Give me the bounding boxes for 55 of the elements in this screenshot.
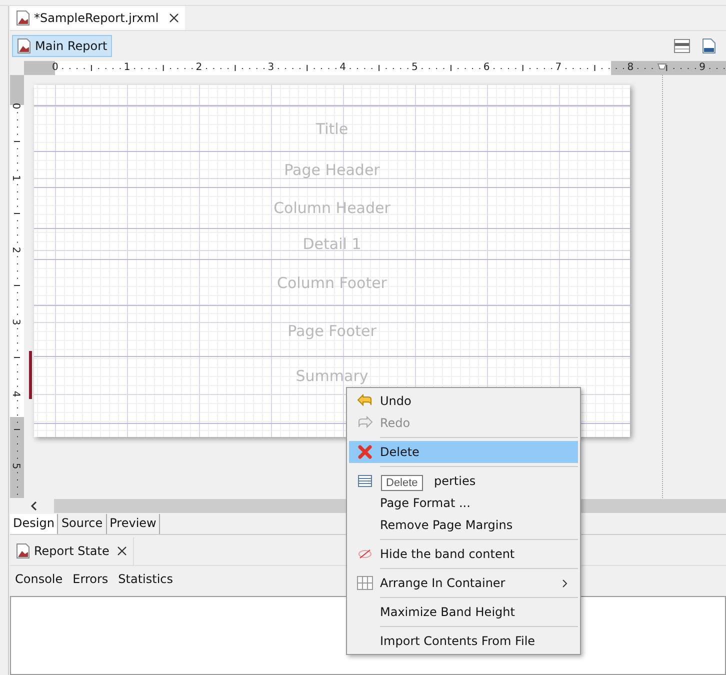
ruler-number: 4	[340, 61, 346, 75]
ruler-number: 2	[196, 61, 202, 75]
band-label: Column Footer	[277, 274, 387, 292]
menu-item[interactable]: Undo	[349, 390, 578, 412]
ruler-number: 1	[124, 61, 130, 75]
ruler-number: 6	[483, 61, 490, 75]
menu-item[interactable]: perties	[434, 474, 476, 488]
menu-item[interactable]: Import Contents From File	[349, 630, 578, 652]
report-icon	[16, 10, 30, 26]
menu-item[interactable]: Arrange In Container	[349, 572, 578, 594]
scroll-left-icon[interactable]	[30, 501, 38, 511]
view-tab[interactable]: Preview	[106, 514, 160, 534]
ruler-number: 3	[10, 318, 20, 326]
ruler-number: 2	[10, 246, 20, 254]
editor-tab[interactable]: *SampleReport.jrxml	[10, 6, 185, 30]
ruler-number: 7	[555, 61, 562, 75]
redo-icon	[356, 416, 372, 430]
view-tab[interactable]: Source	[58, 514, 107, 534]
band-label: Page Footer	[288, 322, 376, 340]
panel-subtab[interactable]: Console	[15, 572, 63, 586]
close-icon[interactable]	[117, 546, 128, 556]
undo-icon	[356, 394, 372, 408]
band-label: Detail 1	[302, 235, 362, 253]
ruler-number: 5	[412, 61, 418, 75]
ruler-number: 9	[699, 61, 706, 75]
grid-icon	[356, 576, 372, 590]
ruler-number: 0	[52, 61, 58, 75]
report-icon	[16, 543, 30, 559]
panel-subtab[interactable]: Statistics	[118, 572, 174, 586]
delete-icon	[358, 445, 372, 459]
bands-icon[interactable]	[674, 39, 690, 53]
ruler-number: 5	[10, 462, 20, 470]
ruler-number: 8	[627, 61, 634, 75]
menu-item[interactable]: Delete	[349, 441, 578, 463]
ruler-number: 1	[10, 174, 20, 182]
hidden-eye-icon	[358, 549, 372, 559]
tooltip: Delete	[381, 475, 423, 491]
main-report-button[interactable]: Main Report	[12, 35, 112, 57]
band-label: Summary	[296, 367, 368, 385]
ruler-number: 4	[10, 390, 20, 398]
menu-item[interactable]: Remove Page Margins	[349, 514, 578, 536]
view-tab[interactable]: Design	[10, 514, 58, 534]
report-icon	[17, 38, 31, 54]
ruler-number: 3	[268, 61, 274, 75]
ruler-number: 0	[10, 102, 20, 110]
menu-item[interactable]: Page Format ...	[349, 492, 578, 514]
band-label: Column Header	[274, 199, 390, 217]
panel-subtab[interactable]: Errors	[72, 572, 108, 586]
band-label: Page Header	[284, 160, 380, 178]
menu-item[interactable]: Maximize Band Height	[349, 601, 578, 623]
menu-item[interactable]: Hide the band content	[349, 543, 578, 565]
band-marker	[29, 351, 32, 399]
table-icon	[358, 475, 372, 487]
close-icon[interactable]	[168, 13, 179, 23]
band-label: Title	[316, 120, 348, 138]
